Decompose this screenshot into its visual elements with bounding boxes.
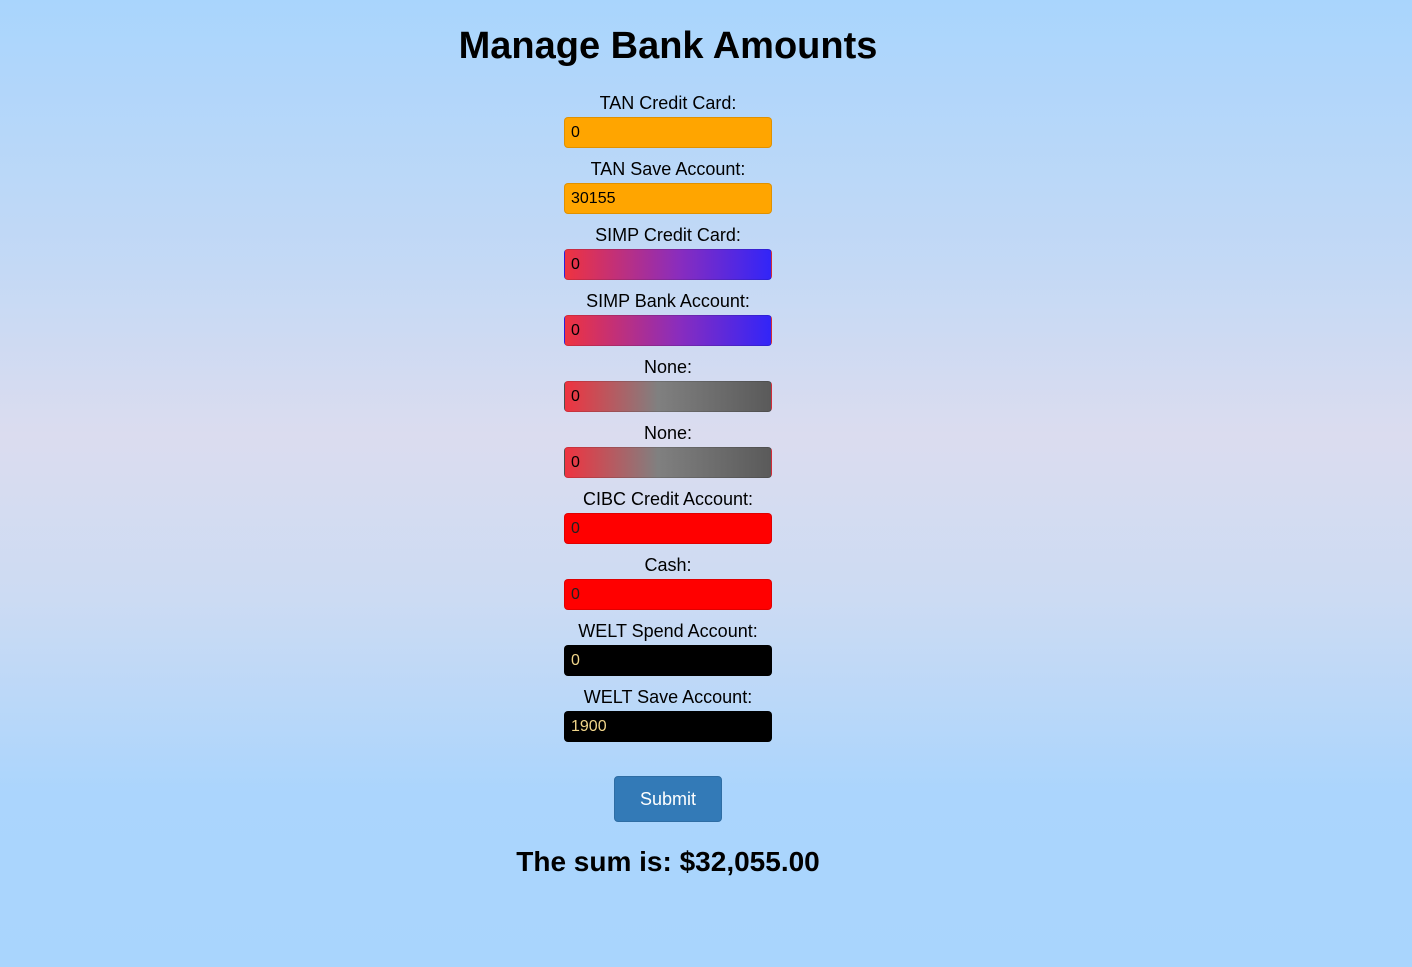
tan-credit-card-label: TAN Credit Card:	[599, 93, 737, 113]
sum-result: The sum is: $32,055.00	[516, 846, 820, 877]
field-tan-save-account: TAN Save Account:	[0, 158, 1336, 224]
cash-input[interactable]	[564, 579, 772, 610]
none-1-input[interactable]	[564, 381, 772, 412]
simp-credit-card-label: SIMP Credit Card:	[595, 225, 741, 245]
field-tan-credit-card: TAN Credit Card:	[0, 92, 1336, 158]
tan-save-account-input[interactable]	[564, 183, 772, 214]
field-none-1: None:	[0, 356, 1336, 422]
none-2-label: None:	[643, 423, 693, 443]
tan-credit-card-input[interactable]	[564, 117, 772, 148]
none-1-label: None:	[643, 357, 693, 377]
submit-wrapper: Submit	[0, 752, 1336, 822]
simp-bank-account-input[interactable]	[564, 315, 772, 346]
field-cibc-credit-account: CIBC Credit Account:	[0, 488, 1336, 554]
welt-save-account-label: WELT Save Account:	[583, 687, 753, 707]
simp-credit-card-input[interactable]	[564, 249, 772, 280]
field-simp-bank-account: SIMP Bank Account:	[0, 290, 1336, 356]
cibc-credit-account-input[interactable]	[564, 513, 772, 544]
field-simp-credit-card: SIMP Credit Card:	[0, 224, 1336, 290]
simp-bank-account-label: SIMP Bank Account:	[586, 291, 750, 311]
page-title: Manage Bank Amounts	[458, 25, 878, 67]
tan-save-account-label: TAN Save Account:	[590, 159, 746, 179]
bank-amounts-form: TAN Credit Card: TAN Save Account: SIMP …	[0, 92, 1336, 822]
app-container: Manage Bank Amounts TAN Credit Card: TAN…	[0, 0, 1336, 880]
cash-label: Cash:	[644, 555, 692, 575]
cibc-credit-account-label: CIBC Credit Account:	[582, 489, 754, 509]
field-cash: Cash:	[0, 554, 1336, 620]
field-none-2: None:	[0, 422, 1336, 488]
field-welt-spend-account: WELT Spend Account:	[0, 620, 1336, 686]
welt-save-account-input[interactable]	[564, 711, 772, 742]
welt-spend-account-label: WELT Spend Account:	[578, 621, 758, 641]
submit-button[interactable]: Submit	[614, 776, 722, 822]
field-welt-save-account: WELT Save Account:	[0, 686, 1336, 752]
welt-spend-account-input[interactable]	[564, 645, 772, 676]
none-2-input[interactable]	[564, 447, 772, 478]
